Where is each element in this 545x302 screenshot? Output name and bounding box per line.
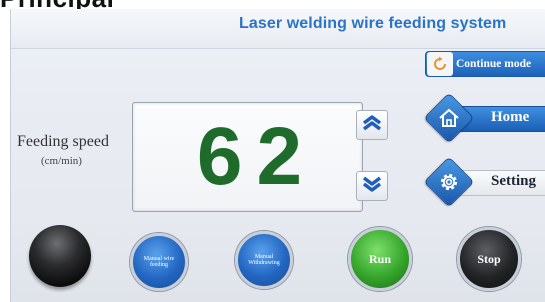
feeding-speed-value: 62 (196, 111, 317, 202)
setting-label: Setting (491, 173, 536, 189)
continue-mode-button[interactable]: Continue mode (425, 51, 545, 77)
home-icon (435, 104, 463, 132)
speed-decrease-button[interactable] (356, 171, 388, 201)
feeding-speed-display[interactable]: 62 (132, 102, 363, 212)
chevron-up-icon (362, 114, 382, 136)
run-button[interactable]: Run (348, 227, 412, 291)
speed-increase-button[interactable] (356, 110, 388, 140)
manual-wire-feeding-label: Manual wire feeding (143, 255, 175, 268)
feeding-speed-label: Feeding speed (17, 133, 109, 150)
chevron-down-icon (362, 176, 382, 197)
run-label: Run (368, 251, 391, 266)
stop-button[interactable]: Stop (457, 227, 521, 291)
stop-label: Stop (477, 251, 501, 266)
header-title: Laser welding wire feeding system (239, 15, 507, 32)
hmi-screen: Laser welding wire feeding system Contin… (10, 9, 545, 302)
home-button[interactable]: Home (421, 92, 545, 144)
gear-icon (435, 168, 463, 196)
manual-withdrawing-label: Manual Withdrawing (248, 253, 280, 266)
continue-mode-label: Continue mode (456, 58, 532, 70)
manual-wire-feeding-button[interactable]: Manual wire feeding (130, 233, 188, 291)
feeding-speed-unit: (cm/min) (41, 155, 82, 167)
manual-withdrawing-button[interactable]: Manual Withdrawing (235, 231, 293, 289)
header-bar: Laser welding wire feeding system (11, 9, 545, 49)
refresh-icon (427, 52, 453, 76)
setting-button[interactable]: Setting (421, 156, 545, 208)
home-label: Home (491, 109, 530, 125)
emergency-knob-button[interactable] (23, 225, 97, 291)
